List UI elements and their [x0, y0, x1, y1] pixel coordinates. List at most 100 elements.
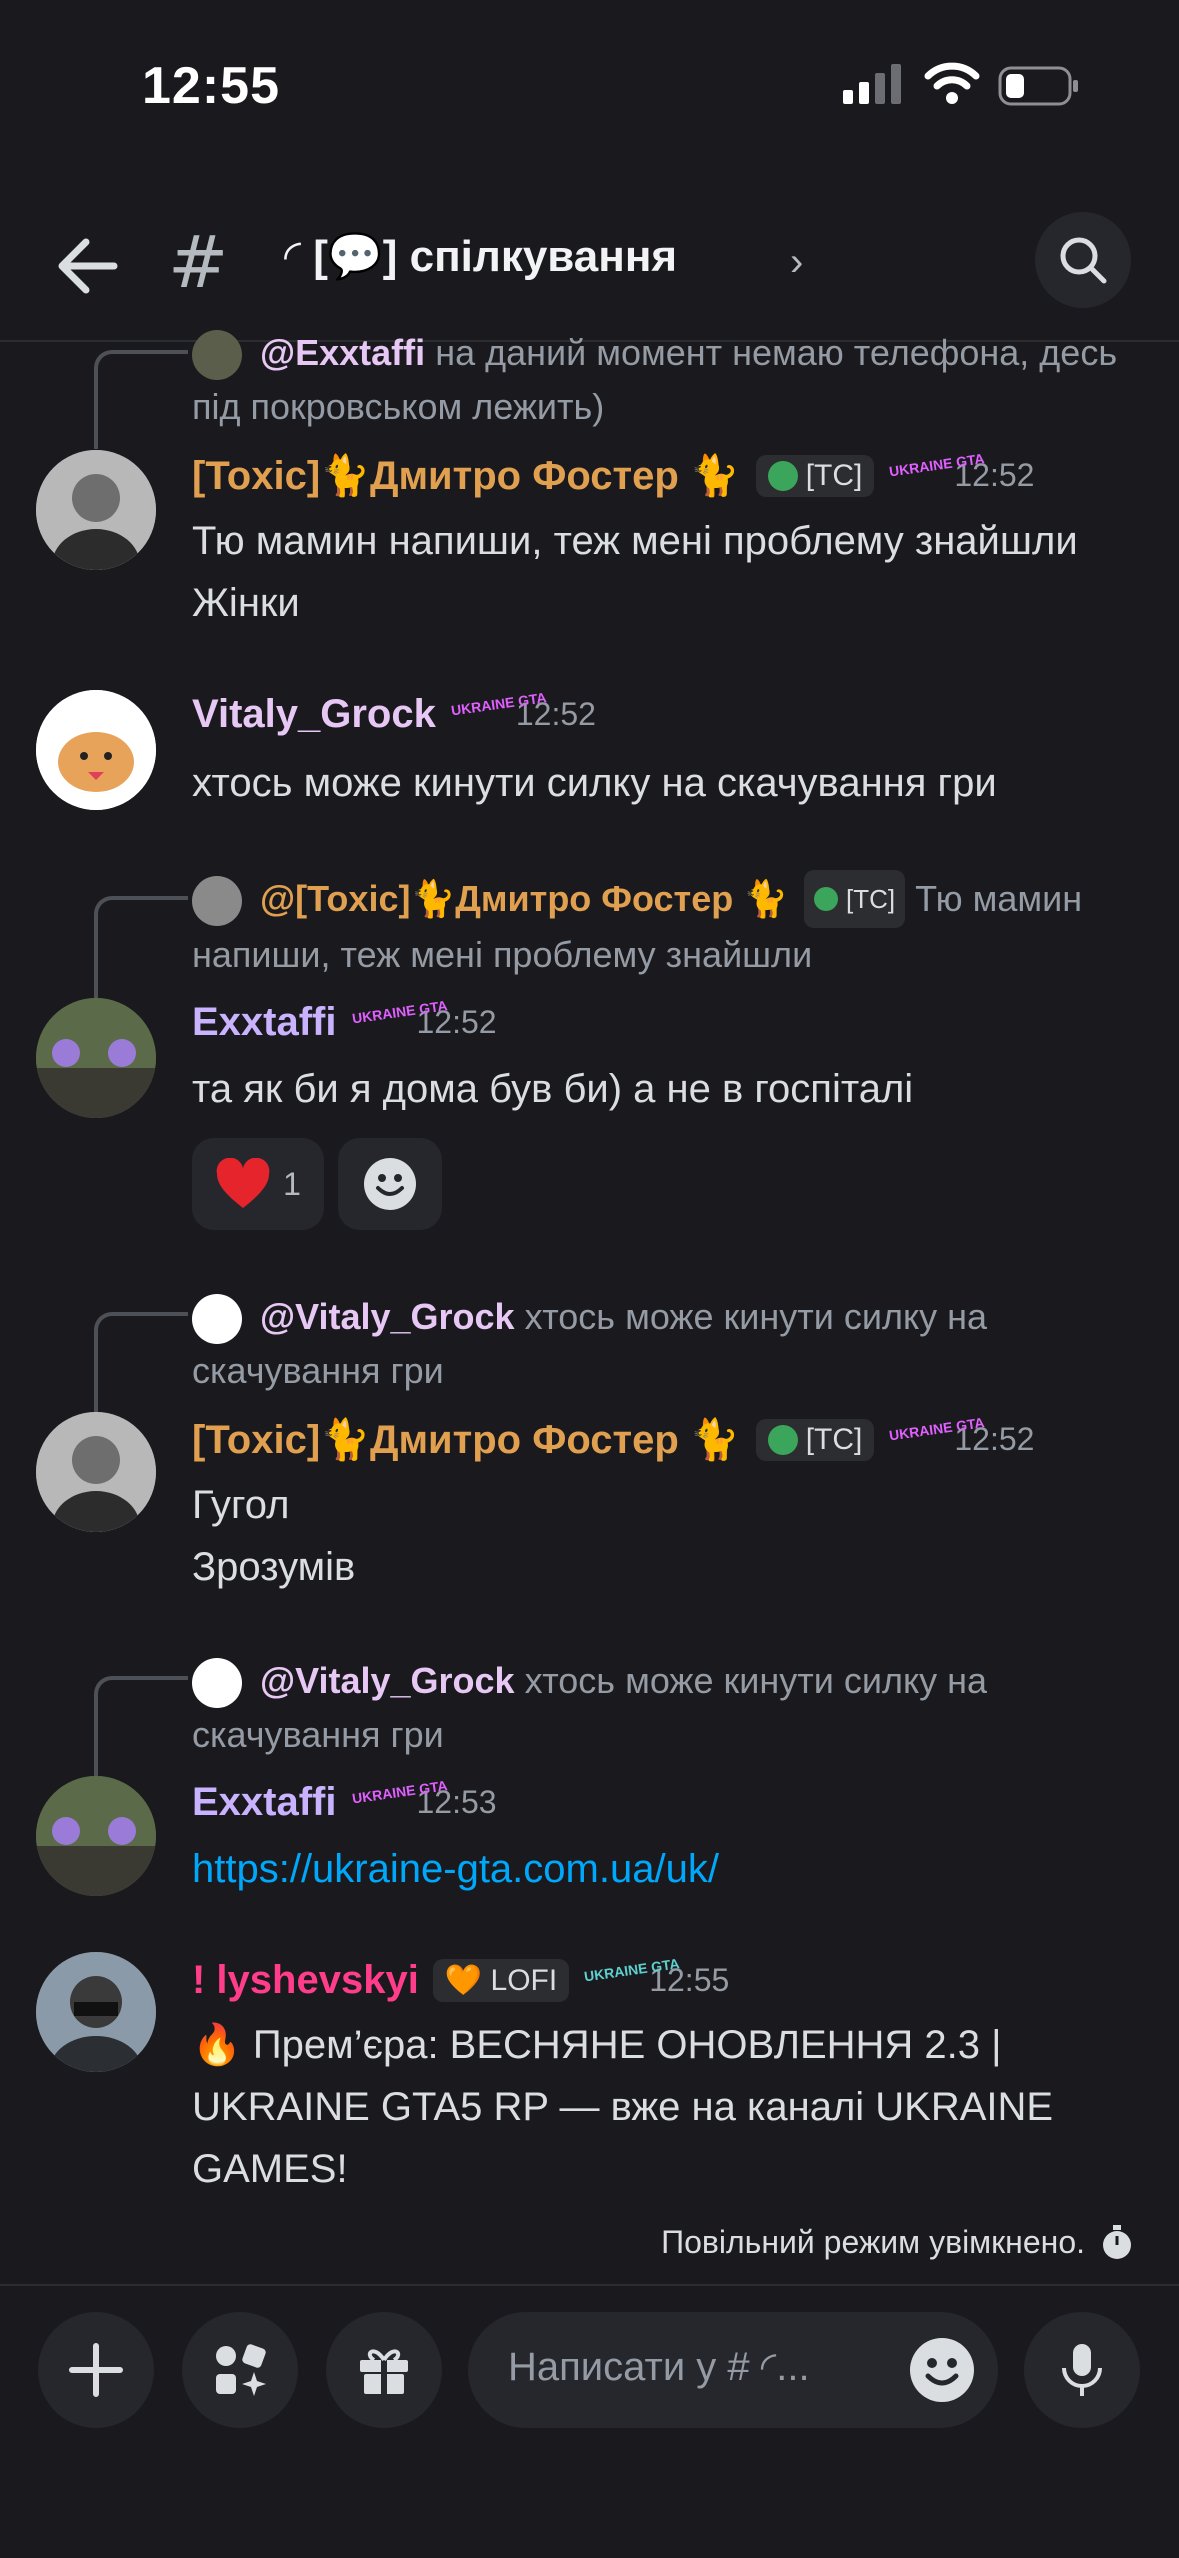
author-name[interactable]: [Toxic]🐈Дмитро Фостер 🐈: [192, 1416, 740, 1463]
message-line: та як би я дома був би) а не в госпіталі: [192, 1067, 914, 1111]
reply-avatar: [192, 1658, 242, 1709]
message-header: Vitaly_Grock UKRAINE GTA 12:52: [192, 688, 596, 737]
message-header: ! lyshevskyi 🧡 LOFI UKRAINE GTA 12:55: [192, 1954, 729, 2003]
reply-preview[interactable]: @Vitaly_Grock хтось може кинути силку на…: [192, 1290, 1132, 1398]
message-body: 🔥 Прем’єра: ВЕСНЯНЕ ОНОВЛЕННЯ 2.3 | UKRA…: [192, 2014, 1152, 2200]
server-tag: UKRAINE GTA: [888, 449, 986, 479]
avatar[interactable]: [36, 998, 156, 1118]
heart-icon: [216, 1158, 270, 1208]
message-line: Зрозумів: [192, 1545, 356, 1589]
back-arrow-icon[interactable]: [48, 226, 128, 306]
message-input-placeholder: Написати у # ◜...: [508, 2345, 810, 2389]
emoji-icon[interactable]: [908, 2336, 976, 2404]
server-tag: UKRAINE GTA: [350, 1776, 448, 1806]
reaction-count: 1: [283, 1165, 301, 1202]
add-attachment-button[interactable]: [38, 2312, 154, 2428]
channel-header: # ◜ [💬] спілкування ›: [0, 200, 1179, 342]
stopwatch-icon: [1103, 2224, 1131, 2259]
channel-title[interactable]: ◜ [💬] спілкування: [284, 230, 677, 282]
message-header: Exxtaffi UKRAINE GTA 12:53: [192, 1776, 497, 1825]
skull-icon: [767, 1424, 798, 1455]
role-badge-label: [TC]: [805, 1422, 863, 1456]
reply-connector: [94, 1312, 188, 1416]
slow-mode-notice: Повільний режим увімкнено.: [661, 2224, 1135, 2261]
reply-author: @Vitaly_Grock: [260, 1660, 515, 1701]
skull-icon: [814, 887, 839, 911]
channel-prefix: ◜: [284, 232, 302, 281]
reply-connector: [94, 1676, 188, 1780]
reply-connector: [94, 350, 188, 449]
role-badge[interactable]: 🧡 LOFI: [432, 1959, 570, 2002]
emoji-smile-icon: [364, 1158, 416, 1210]
avatar[interactable]: [36, 1952, 156, 2072]
gift-button[interactable]: [326, 2312, 442, 2428]
avatar-image: [36, 450, 156, 570]
role-badge-label: [TC]: [846, 884, 896, 914]
channel-name-label: [💬] спілкування: [313, 232, 678, 281]
author-name[interactable]: Exxtaffi: [192, 1000, 337, 1045]
gift-icon: [360, 2349, 408, 2394]
server-tag: UKRAINE GTA: [888, 1413, 986, 1443]
role-badge[interactable]: [TC]: [755, 454, 875, 497]
cellular-signal-icon: [843, 64, 901, 104]
avatar-image: [36, 1412, 156, 1532]
message-input[interactable]: Написати у # ◜...: [468, 2312, 998, 2428]
plus-icon: [69, 2343, 123, 2397]
avatar-image: [36, 690, 156, 810]
message-header: Exxtaffi UKRAINE GTA 12:52: [192, 996, 497, 1045]
author-name[interactable]: Exxtaffi: [192, 1780, 337, 1825]
avatar[interactable]: [36, 1412, 156, 1532]
message-body: хтось може кинути силку на скачування гр…: [192, 752, 1152, 814]
skull-icon: [767, 460, 798, 491]
add-reaction-button[interactable]: [338, 1138, 442, 1230]
status-bar: 12:55: [0, 0, 1179, 170]
reply-author: @Exxtaffi: [260, 332, 426, 373]
server-tag: UKRAINE GTA: [350, 996, 448, 1026]
reply-preview[interactable]: @Exxtaffi на даний момент немаю телефона…: [192, 326, 1132, 434]
microphone-icon: [1062, 2344, 1102, 2396]
message-header: [Toxic]🐈Дмитро Фостер 🐈 [TC] UKRAINE GTA…: [192, 449, 1034, 499]
reply-avatar: [192, 876, 242, 927]
reply-avatar: [192, 1294, 242, 1345]
message-composer: Написати у # ◜...: [0, 2284, 1179, 2558]
battery-icon: [998, 66, 1078, 106]
reply-preview[interactable]: @Vitaly_Grock хтось може кинути силку на…: [192, 1654, 1132, 1762]
role-badge[interactable]: [TC]: [755, 1418, 875, 1461]
message-body: Гугол Зрозумів: [192, 1474, 1152, 1598]
reactions-row: 1: [192, 1138, 442, 1230]
voice-message-button[interactable]: [1024, 2312, 1140, 2428]
message-line: хтось може кинути силку на скачування гр…: [192, 761, 997, 805]
message-body: та як би я дома був би) а не в госпіталі: [192, 1058, 1152, 1120]
avatar[interactable]: [36, 1776, 156, 1896]
avatar-image: [36, 998, 156, 1118]
reply-preview[interactable]: @[Toxic]🐈Дмитро Фостер 🐈 [TC] Тю мамин н…: [192, 870, 1132, 982]
message-line: Тю мамин напиши, теж мені проблему знайш…: [192, 519, 1078, 563]
message-header: [Toxic]🐈Дмитро Фостер 🐈 [TC] UKRAINE GTA…: [192, 1413, 1034, 1463]
server-tag: UKRAINE GTA: [583, 1954, 681, 1984]
avatar-image: [36, 1952, 156, 2072]
avatar[interactable]: [36, 450, 156, 570]
search-icon: [1060, 237, 1107, 284]
reply-author: @Vitaly_Grock: [260, 1296, 515, 1337]
reply-avatar: [192, 330, 242, 381]
message-line: Жінки: [192, 581, 300, 625]
chevron-right-icon[interactable]: ›: [790, 240, 803, 285]
status-time: 12:55: [142, 57, 280, 115]
author-name[interactable]: [Toxic]🐈Дмитро Фостер 🐈: [192, 452, 740, 499]
server-tag: UKRAINE GTA: [449, 688, 548, 718]
apps-button[interactable]: [182, 2312, 298, 2428]
slow-mode-text: Повільний режим увімкнено.: [661, 2224, 1085, 2260]
message-line: Гугол: [192, 1483, 290, 1527]
reaction-heart[interactable]: 1: [192, 1138, 324, 1230]
message-line: 🔥 Прем’єра: ВЕСНЯНЕ ОНОВЛЕННЯ 2.3 | UKRA…: [192, 2023, 1054, 2191]
avatar-image: [36, 1776, 156, 1896]
search-button[interactable]: [1035, 212, 1131, 308]
wifi-icon: [924, 62, 980, 104]
role-badge: [TC]: [804, 870, 906, 928]
author-name[interactable]: ! lyshevskyi: [192, 1958, 419, 2003]
message-link[interactable]: https://ukraine-gta.com.ua/uk/: [192, 1838, 1152, 1900]
apps-icon: [216, 2344, 266, 2396]
role-badge-label: [TC]: [805, 458, 863, 492]
avatar[interactable]: [36, 690, 156, 810]
author-name[interactable]: Vitaly_Grock: [192, 692, 436, 737]
